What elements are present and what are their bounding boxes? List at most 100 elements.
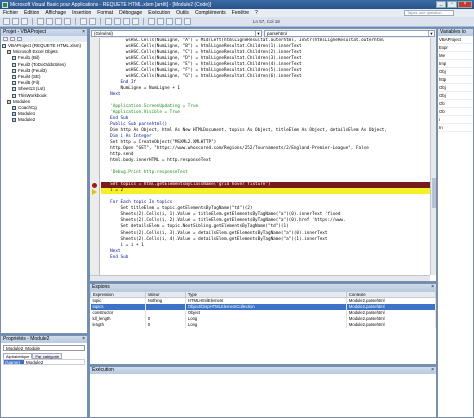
watch-table: Expression Valeur Type Contexte topic Not… xyxy=(90,291,437,328)
chevron-down-icon[interactable]: ▼ xyxy=(255,31,261,36)
locals-row[interactable]: Obj xyxy=(438,84,473,92)
immediate-header: Exécution × xyxy=(90,367,436,374)
insert-module-icon[interactable] xyxy=(12,18,19,25)
code-line[interactable]: End Sub xyxy=(101,255,430,261)
code-lines[interactable]: wsHSC.Cells(NumLigne, "A") = Mid(Left(ht… xyxy=(101,38,430,275)
locals-title: Variables lo xyxy=(440,29,466,35)
toolbar-separator xyxy=(75,18,76,25)
vertical-scrollbar[interactable] xyxy=(430,38,436,275)
toolbox-icon[interactable] xyxy=(175,18,182,25)
window-controls: _ ▫ × xyxy=(436,1,472,8)
tree-node-label: Module2 xyxy=(18,117,36,123)
close-icon[interactable]: × xyxy=(82,336,85,343)
margin-indicator-bar[interactable] xyxy=(90,38,100,275)
locals-row[interactable]: Me xyxy=(438,52,473,60)
horizontal-scrollbar[interactable] xyxy=(90,275,430,281)
code-window: (Général) ▼ parsehtml ▼ wsHSC.Cells(NumLig… xyxy=(89,28,437,282)
locals-row[interactable]: Expr xyxy=(438,44,473,52)
locals-row[interactable]: VBAProject xyxy=(438,36,473,44)
locals-row[interactable]: In xyxy=(438,124,473,132)
view-code-icon[interactable] xyxy=(3,37,8,41)
breakpoint-icon[interactable] xyxy=(92,182,97,188)
maximize-button[interactable]: ▫ xyxy=(447,1,457,8)
menu-insertion[interactable]: Insertion xyxy=(72,10,91,16)
procedure-combo[interactable]: parsehtml ▼ xyxy=(264,30,435,37)
properties-header: Propriétés - Module2 × xyxy=(1,336,87,343)
locals-row[interactable]: Ob xyxy=(438,100,473,108)
locals-row[interactable]: i xyxy=(438,116,473,124)
run-icon[interactable] xyxy=(105,18,112,25)
folder-icon xyxy=(7,99,11,104)
view-object-icon[interactable] xyxy=(10,37,15,41)
undo-icon[interactable] xyxy=(80,18,87,25)
menu-help[interactable]: ? xyxy=(255,10,258,16)
locals-row[interactable]: Obj xyxy=(438,68,473,76)
properties-window-icon[interactable] xyxy=(157,18,164,25)
module-icon xyxy=(12,105,16,110)
properties-window: Propriétés - Module2 × Module2 Module Al… xyxy=(0,335,88,418)
immediate-title: Exécution xyxy=(92,367,114,373)
find-icon[interactable] xyxy=(64,18,71,25)
locals-row[interactable]: Obj xyxy=(438,92,473,100)
menu-debogage[interactable]: Débogage xyxy=(119,10,142,16)
tab-par-categorie[interactable]: Par catégorie xyxy=(32,353,63,359)
paste-icon[interactable] xyxy=(55,18,62,25)
locals-window: Variables lo VBAProject Expr Me tmp Obj http O… xyxy=(437,28,474,418)
menu-edition[interactable]: Édition xyxy=(24,10,39,16)
property-value[interactable]: Module2 xyxy=(24,360,43,365)
tab-alphabetique[interactable]: Alphabétique xyxy=(3,353,33,359)
scroll-thumb[interactable] xyxy=(432,178,436,208)
copy-icon[interactable] xyxy=(46,18,53,25)
save-icon[interactable] xyxy=(21,18,28,25)
reset-icon[interactable] xyxy=(123,18,130,25)
minimize-button[interactable]: _ xyxy=(436,1,446,8)
locals-row[interactable]: http xyxy=(438,76,473,84)
object-select[interactable]: Module2 Module xyxy=(3,345,85,351)
project-explorer-icon[interactable] xyxy=(148,18,155,25)
design-mode-icon[interactable] xyxy=(132,18,139,25)
object-select-value: Module2 xyxy=(6,346,24,351)
chevron-down-icon[interactable]: ▼ xyxy=(428,31,434,36)
project-explorer-header: Projet - VBAProject × xyxy=(1,29,87,36)
sheet-icon xyxy=(12,75,16,80)
cut-icon[interactable] xyxy=(37,18,44,25)
sheet-icon xyxy=(12,68,16,73)
menu-outils[interactable]: Outils xyxy=(176,10,189,16)
watch-title: Espions xyxy=(92,284,110,290)
locals-row[interactable]: Ob xyxy=(438,108,473,116)
project-tree: VBAProject (REQUETE HTML.xlsm) Microsoft… xyxy=(1,42,87,124)
excel-view-icon[interactable] xyxy=(3,18,10,25)
execution-pointer-icon[interactable] xyxy=(92,188,97,195)
property-name: (Name) xyxy=(4,360,24,365)
menu-fenetre[interactable]: Fenêtre xyxy=(232,10,249,16)
code-editor[interactable]: wsHSC.Cells(NumLigne, "A") = Mid(Left(ht… xyxy=(90,38,430,275)
menu-affichage[interactable]: Affichage xyxy=(45,10,66,16)
tree-node-module2[interactable]: Module2 xyxy=(2,117,86,123)
object-browser-icon[interactable] xyxy=(166,18,173,25)
watch-row[interactable]: length 0 Long Module2.parsehtml xyxy=(90,321,437,328)
menu-execution[interactable]: Exécution xyxy=(148,10,170,16)
property-row[interactable]: (Name) Module2 xyxy=(3,359,85,365)
menu-complements[interactable]: Compléments xyxy=(195,10,226,16)
close-icon[interactable]: × xyxy=(431,367,434,374)
close-icon[interactable]: × xyxy=(431,284,434,291)
menu-fichier[interactable]: Fichier xyxy=(3,10,18,16)
folder-icon xyxy=(7,50,11,55)
toggle-folders-icon[interactable] xyxy=(17,37,22,41)
vba-app-icon xyxy=(2,1,8,8)
cursor-position: Ln 57, Col 18 xyxy=(253,19,280,24)
locals-header: Variables lo xyxy=(438,29,473,36)
break-icon[interactable] xyxy=(114,18,121,25)
locals-row[interactable]: tmp xyxy=(438,60,473,68)
watch-cell-context: Module2.parsehtml xyxy=(346,321,437,328)
immediate-window[interactable]: Exécution × xyxy=(89,366,437,418)
toolbar-separator xyxy=(143,18,144,25)
close-button[interactable]: × xyxy=(458,1,472,8)
workbook-icon xyxy=(12,93,16,98)
close-icon[interactable]: × xyxy=(82,29,85,36)
object-combo[interactable]: (Général) ▼ xyxy=(91,30,262,37)
menu-format[interactable]: Format xyxy=(97,10,113,16)
help-search-input[interactable]: Tapez une question xyxy=(404,10,454,16)
help-icon[interactable] xyxy=(184,18,191,25)
redo-icon[interactable] xyxy=(89,18,96,25)
